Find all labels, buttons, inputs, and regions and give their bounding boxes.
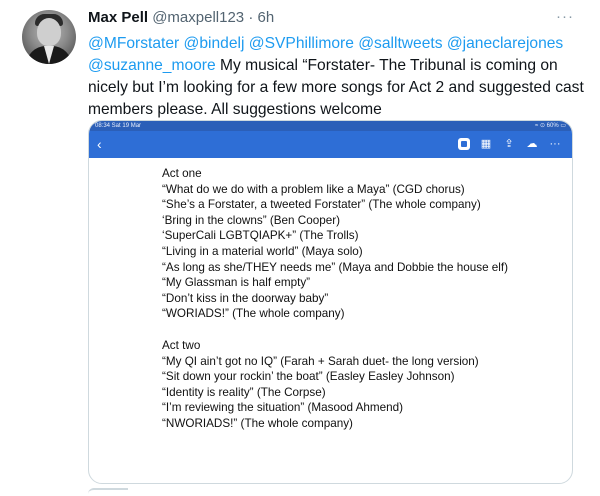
more-horizontal-icon[interactable]: ···: [556, 8, 574, 26]
chevron-left-icon[interactable]: ‹: [97, 136, 102, 152]
song-line: “She’s a Forstater, a tweeted Forstater”…: [162, 198, 481, 212]
song-line: “Living in a material world” (Maya solo): [162, 244, 363, 258]
avatar-face: [37, 18, 61, 46]
notes-toolbar: ‹ ▦ ⇪ ☁ ···: [89, 131, 572, 158]
song-line: “I’m reviewing the situation” (Masood Ah…: [162, 401, 403, 415]
act-one-heading: Act one: [162, 167, 202, 180]
tweet-timestamp[interactable]: 6h: [258, 9, 275, 26]
toolbar-icons: ▦ ⇪ ☁ ···: [458, 137, 562, 151]
act-two-heading: Act two: [162, 338, 201, 352]
upload-icon[interactable]: ☁: [525, 137, 539, 151]
tweet-media-image[interactable]: 08:34 Sat 19 Mar ≈ ⊙ 60% ▭ ‹ ▦ ⇪ ☁ ··· A…: [88, 120, 573, 484]
song-line: “My QI ain’t got no IQ” (Farah + Sarah d…: [162, 354, 479, 368]
tweet-header: Max Pell @maxpell123 · 6h: [88, 8, 580, 30]
song-line: “WORIADS!” (The whole company): [162, 307, 345, 321]
song-line: “Don’t kiss in the doorway baby”: [162, 291, 329, 305]
author-name[interactable]: Max Pell: [88, 9, 148, 26]
song-line: ‘SuperCali LGBTQIAPK+” (The Trolls): [162, 229, 359, 243]
header-separator: ·: [248, 9, 254, 26]
song-line: “NWORIADS!” (The whole company): [162, 416, 353, 430]
song-line: “As long as she/THEY needs me” (Maya and…: [162, 260, 509, 274]
note-document: Act one “What do we do with a problem li…: [162, 166, 562, 432]
avatar[interactable]: [22, 10, 76, 64]
status-time: 08:34 Sat 19 Mar: [95, 123, 142, 129]
mention-suzanne-moore[interactable]: @suzanne_moore: [88, 57, 216, 74]
song-line: “Sit down your rockin’ the boat” (Easley…: [162, 370, 455, 384]
song-line: “My Glassman is half empty”: [162, 276, 311, 290]
song-line: ‘Bring in the clowns” (Ben Cooper): [162, 213, 340, 227]
author-handle[interactable]: @maxpell123: [152, 9, 244, 26]
grid-icon[interactable]: ▦: [479, 137, 493, 151]
more-icon[interactable]: ···: [548, 137, 562, 151]
status-indicators: ≈ ⊙ 60% ▭: [535, 123, 566, 129]
share-icon[interactable]: ⇪: [502, 137, 516, 151]
song-line: “What do we do with a problem like a May…: [162, 182, 465, 196]
mentions-line[interactable]: @MForstater @bindelj @SVPhillimore @sall…: [88, 35, 563, 52]
device-status-bar: 08:34 Sat 19 Mar ≈ ⊙ 60% ▭: [89, 121, 572, 131]
song-line: “Identity is reality” (The Corpse): [162, 385, 326, 399]
reader-mode-icon[interactable]: [458, 138, 470, 150]
tweet-text: @MForstater @bindelj @SVPhillimore @sall…: [88, 33, 588, 121]
